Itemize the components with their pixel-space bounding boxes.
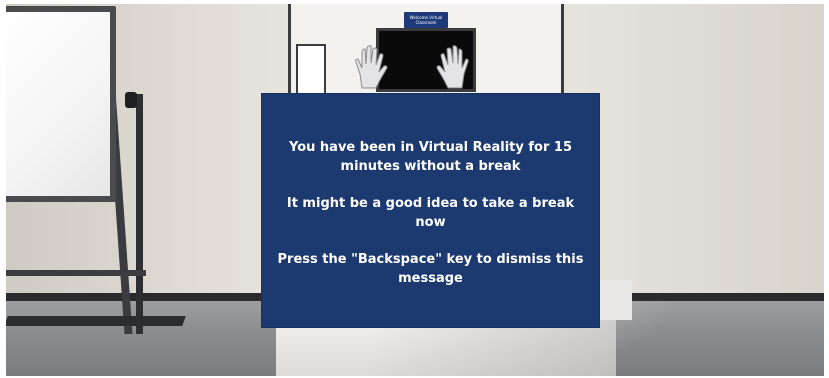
break-suggestion-message: It might be a good idea to take a break … — [286, 196, 575, 230]
break-reminder-dialog: You have been in Virtual Reality for 15 … — [262, 94, 599, 327]
vr-left-hand-icon — [355, 45, 388, 89]
break-duration-message: You have been in Virtual Reality for 15 … — [289, 140, 572, 174]
vr-right-hand-icon — [436, 45, 469, 89]
whiteboard — [6, 12, 110, 196]
whiteboard-knob — [125, 92, 137, 108]
whiteboard-easel-base — [6, 316, 186, 326]
dismiss-instruction-message: Press the "Backspace" key to dismiss thi… — [277, 252, 584, 286]
room-sign: Welcome Virtual Classroom — [404, 12, 448, 28]
table-shadow — [362, 320, 616, 376]
whiteboard-easel-crossbar — [6, 270, 146, 276]
whiteboard-easel-leg — [136, 94, 143, 334]
vr-scene-viewport: Welcome Virtual Classroom You have been … — [6, 4, 824, 376]
